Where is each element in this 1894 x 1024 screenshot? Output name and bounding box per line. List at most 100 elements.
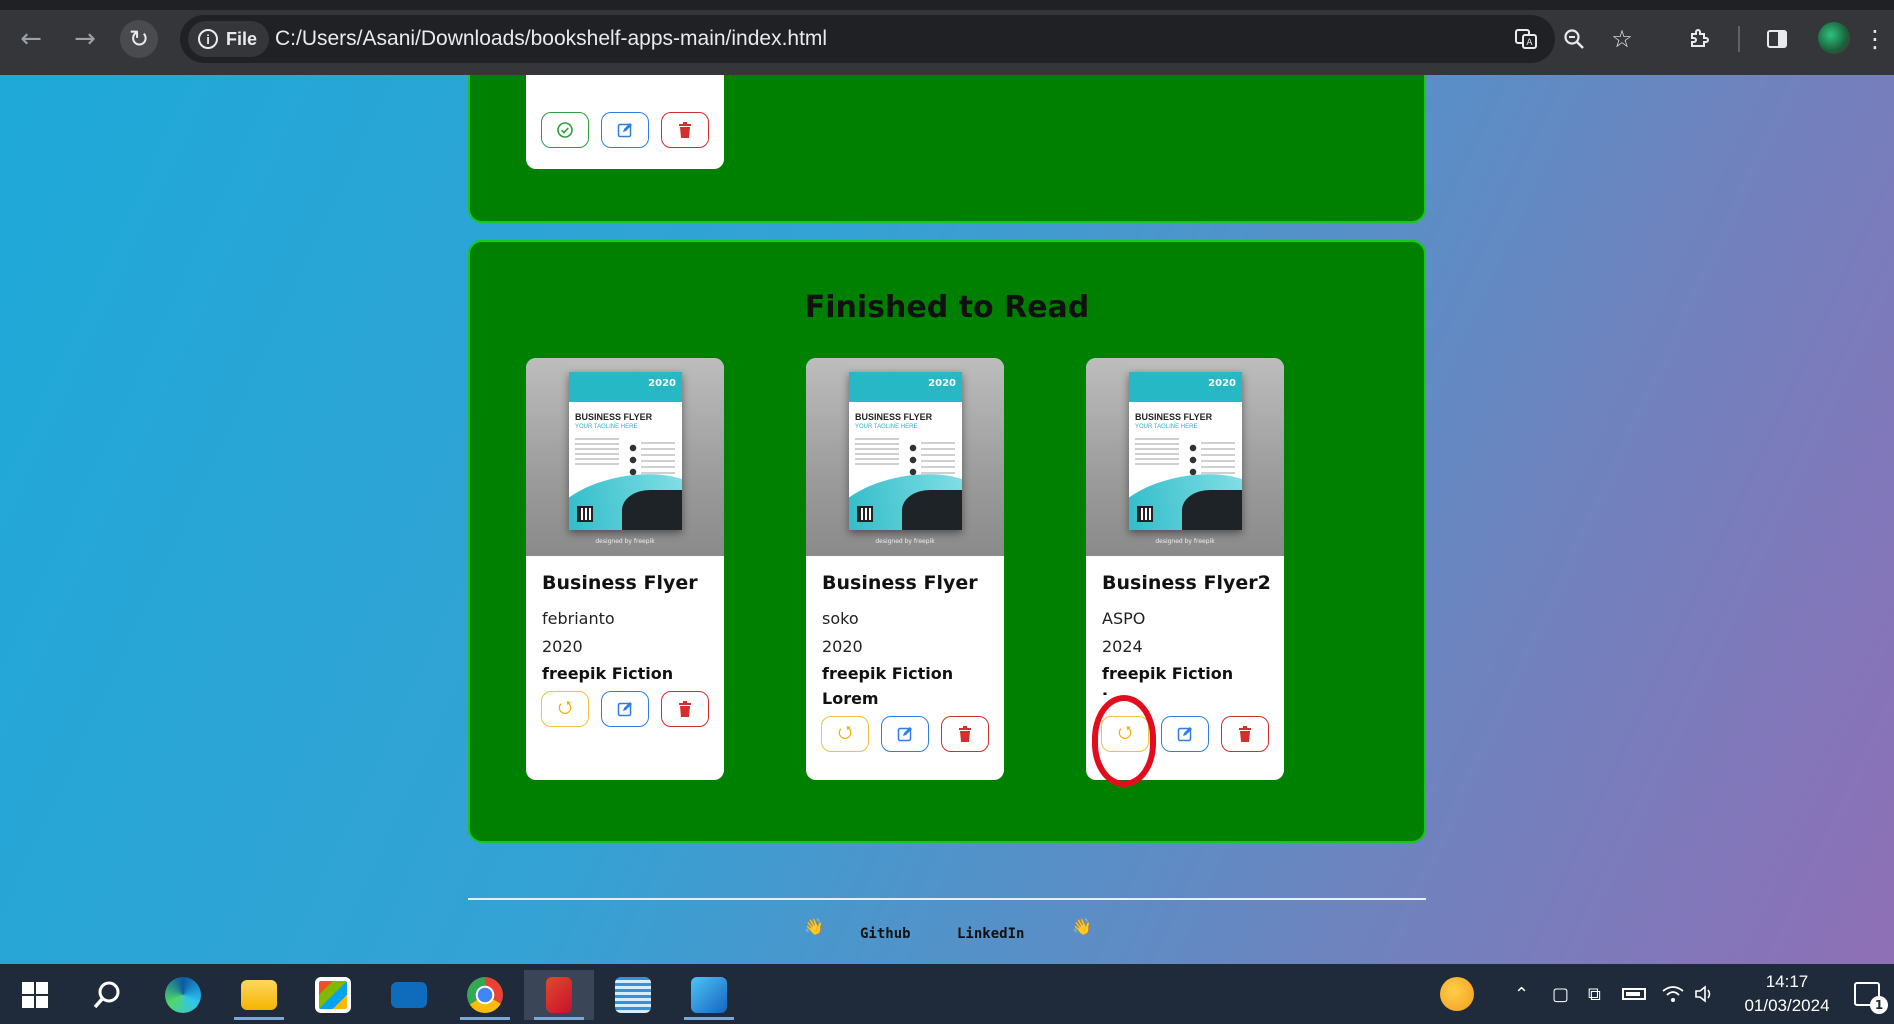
reload-icon: ↻ — [128, 25, 150, 53]
zoom-icon[interactable] — [1560, 25, 1588, 53]
taskbar-snipping-tool[interactable] — [524, 970, 594, 1020]
address-bar[interactable]: i File C:/Users/Asani/Downloads/bookshel… — [180, 15, 1633, 63]
github-link[interactable]: Github — [860, 926, 911, 942]
book-cover-image: 2020 BUSINESS FLYER YOUR TAGLINE HERE de… — [526, 358, 724, 556]
volume-icon[interactable] — [1694, 964, 1716, 1024]
trash-icon — [679, 701, 691, 717]
check-circle-icon — [557, 122, 573, 138]
meet-now-icon[interactable]: ▢ — [1552, 964, 1569, 1024]
mark-finished-button[interactable] — [541, 112, 589, 148]
edit-icon — [897, 727, 912, 742]
search-button[interactable] — [72, 970, 142, 1020]
delete-button[interactable] — [661, 691, 709, 727]
flyer-graphic: 2020 BUSINESS FLYER YOUR TAGLINE HERE — [849, 372, 962, 530]
refresh-icon: ⭯ — [557, 697, 573, 718]
back-button[interactable]: ← — [12, 20, 50, 58]
delete-button[interactable] — [661, 112, 709, 148]
arrow-left-icon: ← — [20, 24, 42, 54]
book-cover-image: 2020 BUSINESS FLYER YOUR TAGLINE HERE de… — [1086, 358, 1284, 556]
system-clock[interactable]: 14:17 01/03/2024 — [1732, 970, 1842, 1018]
edit-button[interactable] — [601, 691, 649, 727]
book-category: freepik Fiction Lorem — [822, 664, 954, 708]
book-title: Business Flyer2 — [1102, 572, 1271, 594]
move-unfinished-button[interactable]: ⭯ — [541, 691, 589, 727]
book-author: soko — [822, 609, 859, 628]
info-icon: i — [198, 29, 218, 49]
taskbar-file-explorer[interactable] — [224, 970, 294, 1020]
mail-icon — [391, 982, 427, 1008]
book-year: 2024 — [1102, 637, 1143, 656]
book-card: 2020 BUSINESS FLYER YOUR TAGLINE HERE de… — [806, 358, 1004, 780]
extensions-icon[interactable] — [1680, 20, 1718, 58]
qr-code-icon — [577, 506, 593, 522]
battery-icon[interactable] — [1622, 964, 1646, 1024]
tray-overflow-chevron-icon[interactable]: ⌃ — [1514, 964, 1529, 1024]
move-unfinished-button[interactable]: ⭯ — [821, 716, 869, 752]
browser-toolbar: ← → ↻ i File C:/Users/Asani/Downloads/bo… — [0, 0, 1894, 75]
highlight-annotation — [1092, 695, 1156, 787]
profile-avatar[interactable] — [1818, 22, 1850, 54]
clock-date: 01/03/2024 — [1744, 996, 1830, 1015]
start-button[interactable] — [0, 970, 70, 1020]
notification-icon: 1 — [1854, 982, 1888, 1014]
linkedin-link[interactable]: LinkedIn — [957, 926, 1024, 942]
notifications-button[interactable]: 1 — [1854, 964, 1888, 1024]
menu-kebab-icon[interactable]: ⋮ — [1862, 20, 1888, 58]
bookmark-star-icon[interactable]: ☆ — [1608, 25, 1636, 53]
snipping-tool-icon — [546, 977, 572, 1013]
edit-button[interactable] — [1161, 716, 1209, 752]
windows-logo-icon — [22, 982, 48, 1008]
book-card — [526, 75, 724, 169]
weather-icon — [1440, 977, 1474, 1011]
display-icon[interactable]: ⧉ — [1588, 964, 1601, 1024]
book-category: freepik Fiction Lorem — [1102, 664, 1234, 695]
refresh-icon: ⭯ — [837, 722, 853, 743]
search-icon — [93, 981, 120, 1009]
side-panel-icon[interactable] — [1758, 20, 1796, 58]
book-title: Business Flyer — [542, 572, 698, 594]
toolbar-divider — [1738, 26, 1740, 52]
url-text[interactable]: C:/Users/Asani/Downloads/bookshelf-apps-… — [275, 27, 827, 51]
taskbar-photos[interactable] — [674, 970, 744, 1020]
translate-icon[interactable]: A — [1512, 25, 1540, 53]
book-card: 2020 BUSINESS FLYER YOUR TAGLINE HERE de… — [526, 358, 724, 780]
taskbar-mail[interactable] — [374, 970, 444, 1020]
page-viewport: Finished to Read 2020 BUSINESS FLYER YOU… — [0, 75, 1894, 964]
flyer-graphic: 2020 BUSINESS FLYER YOUR TAGLINE HERE — [569, 372, 682, 530]
site-info-label: File — [226, 28, 258, 49]
wifi-icon[interactable] — [1662, 964, 1684, 1024]
tab-strip — [0, 0, 1894, 10]
taskbar-app-grid[interactable] — [598, 970, 668, 1020]
shelf-unfinished — [468, 75, 1426, 223]
book-cover-image: 2020 BUSINESS FLYER YOUR TAGLINE HERE de… — [806, 358, 1004, 556]
notification-badge: 1 — [1870, 996, 1888, 1014]
site-info-chip[interactable]: i File — [188, 21, 270, 57]
chrome-icon — [467, 977, 503, 1013]
delete-button[interactable] — [1221, 716, 1269, 752]
taskbar-store[interactable] — [298, 970, 368, 1020]
qr-code-icon — [857, 506, 873, 522]
store-icon — [315, 977, 351, 1013]
grid-app-icon — [615, 977, 651, 1013]
book-author: ASPO — [1102, 609, 1146, 628]
shelf-title: Finished to Read — [804, 290, 1090, 325]
taskbar-chrome[interactable] — [450, 970, 520, 1020]
arrow-right-icon: → — [74, 24, 96, 54]
book-year: 2020 — [542, 637, 583, 656]
trash-icon — [679, 122, 691, 138]
edit-button[interactable] — [881, 716, 929, 752]
edge-browser-icon — [165, 977, 201, 1013]
shelf-finished: Finished to Read 2020 BUSINESS FLYER YOU… — [468, 240, 1426, 843]
delete-button[interactable] — [941, 716, 989, 752]
trash-icon — [959, 726, 971, 742]
footer-divider — [468, 898, 1426, 900]
taskbar-edge[interactable] — [148, 970, 218, 1020]
weather-widget[interactable] — [1440, 964, 1474, 1024]
book-title: Business Flyer — [822, 572, 978, 594]
edit-button[interactable] — [601, 112, 649, 148]
book-author: febrianto — [542, 609, 615, 628]
forward-button[interactable]: → — [66, 20, 104, 58]
edit-icon — [617, 702, 632, 717]
reload-button[interactable]: ↻ — [120, 20, 158, 58]
flyer-graphic: 2020 BUSINESS FLYER YOUR TAGLINE HERE — [1129, 372, 1242, 530]
